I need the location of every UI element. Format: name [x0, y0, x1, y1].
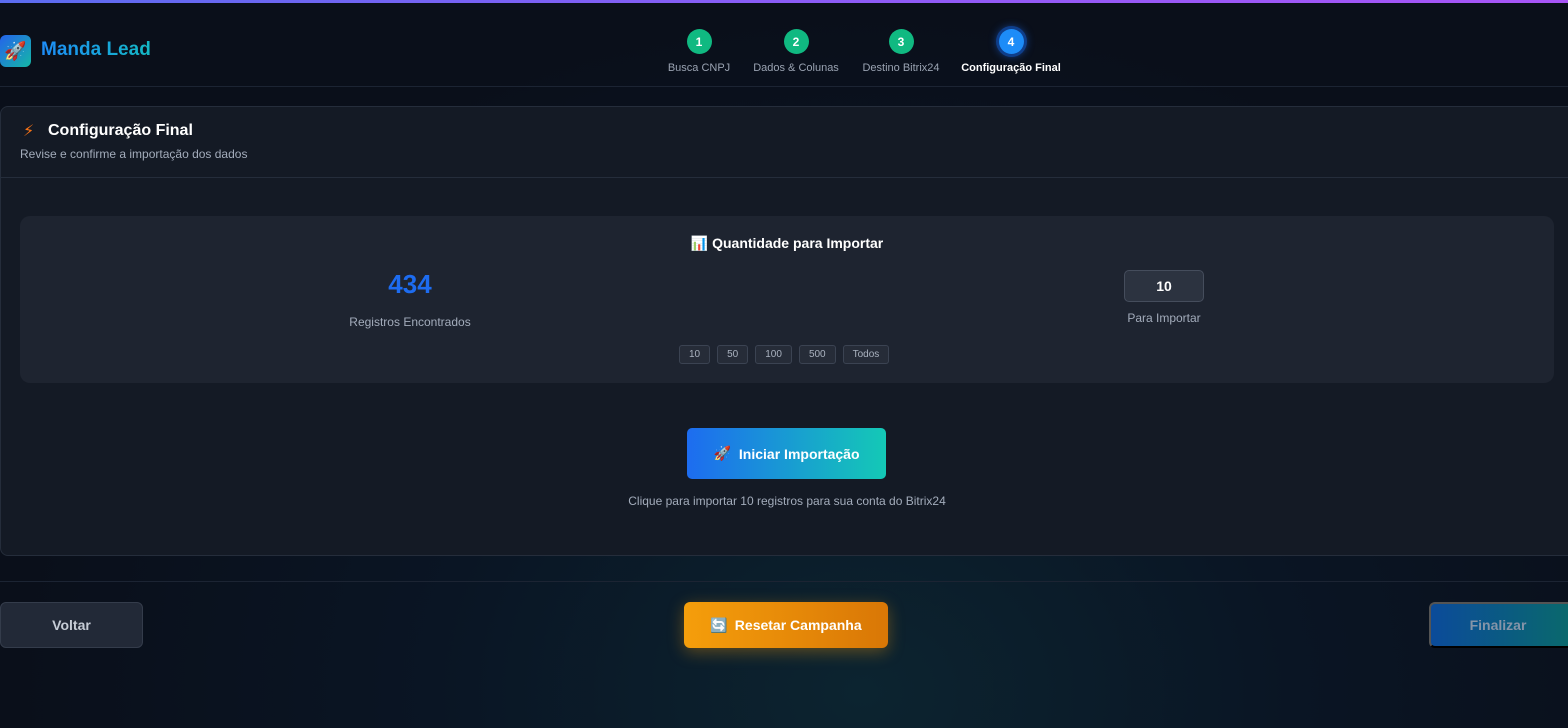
card-header: ⚡ Configuração Final Revise e confirme a… [1, 107, 1568, 178]
step-dados-colunas[interactable]: 2 Dados & Colunas [753, 29, 839, 74]
app-logo-text[interactable]: Manda Lead [41, 39, 151, 61]
step-number: 3 [888, 29, 914, 54]
preset-50-button[interactable]: 50 [717, 345, 749, 364]
import-hint: Clique para importar 10 registros para s… [628, 494, 946, 508]
records-found-label: Registros Encontrados [349, 315, 471, 329]
step-busca-cnpj[interactable]: 1 Busca CNPJ [667, 29, 731, 74]
refresh-icon: 🔄 [710, 616, 728, 633]
finish-button[interactable]: Finalizar [1429, 602, 1568, 648]
step-number: 2 [783, 29, 809, 54]
step-number: 4 [998, 29, 1024, 54]
start-import-label: Iniciar Importação [738, 445, 860, 462]
lightning-icon: ⚡ [23, 123, 35, 140]
preset-500-button[interactable]: 500 [798, 345, 836, 364]
quantity-presets: 10 50 100 500 Todos [679, 345, 890, 364]
step-label: Configuração Final [961, 62, 1061, 74]
quantity-title: 📊 Quantidade para Importar [690, 235, 884, 251]
card-title: Configuração Final [48, 122, 193, 139]
import-quantity-input[interactable] [1124, 270, 1204, 302]
footer-divider [0, 581, 1568, 582]
rocket-icon: 🚀 [0, 35, 31, 67]
preset-all-button[interactable]: Todos [842, 345, 890, 364]
card-subtitle: Revise e confirme a importação dos dados [20, 147, 248, 161]
start-import-button[interactable]: 🚀 Iniciar Importação [687, 428, 886, 479]
app-header: 🚀 Manda Lead 1 Busca CNPJ 2 Dados & Colu… [0, 3, 1568, 87]
reset-campaign-button[interactable]: 🔄 Resetar Campanha [684, 602, 888, 648]
step-label: Busca CNPJ [667, 62, 731, 74]
quantity-panel: 📊 Quantidade para Importar 434 Registros… [20, 216, 1554, 383]
step-label: Destino Bitrix24 [862, 62, 940, 74]
back-button[interactable]: Voltar [0, 602, 143, 648]
reset-campaign-label: Resetar Campanha [734, 617, 862, 633]
records-found-count: 434 [388, 269, 432, 299]
import-quantity-label: Para Importar [1127, 311, 1201, 325]
step-number: 1 [686, 29, 712, 54]
preset-10-button[interactable]: 10 [679, 345, 711, 364]
rocket-icon: 🚀 [713, 445, 731, 461]
step-label: Dados & Colunas [753, 62, 839, 74]
preset-100-button[interactable]: 100 [755, 345, 792, 364]
step-configuracao-final[interactable]: 4 Configuração Final [961, 29, 1061, 74]
final-config-card: ⚡ Configuração Final Revise e confirme a… [0, 106, 1568, 556]
step-destino-bitrix24[interactable]: 3 Destino Bitrix24 [862, 29, 940, 74]
